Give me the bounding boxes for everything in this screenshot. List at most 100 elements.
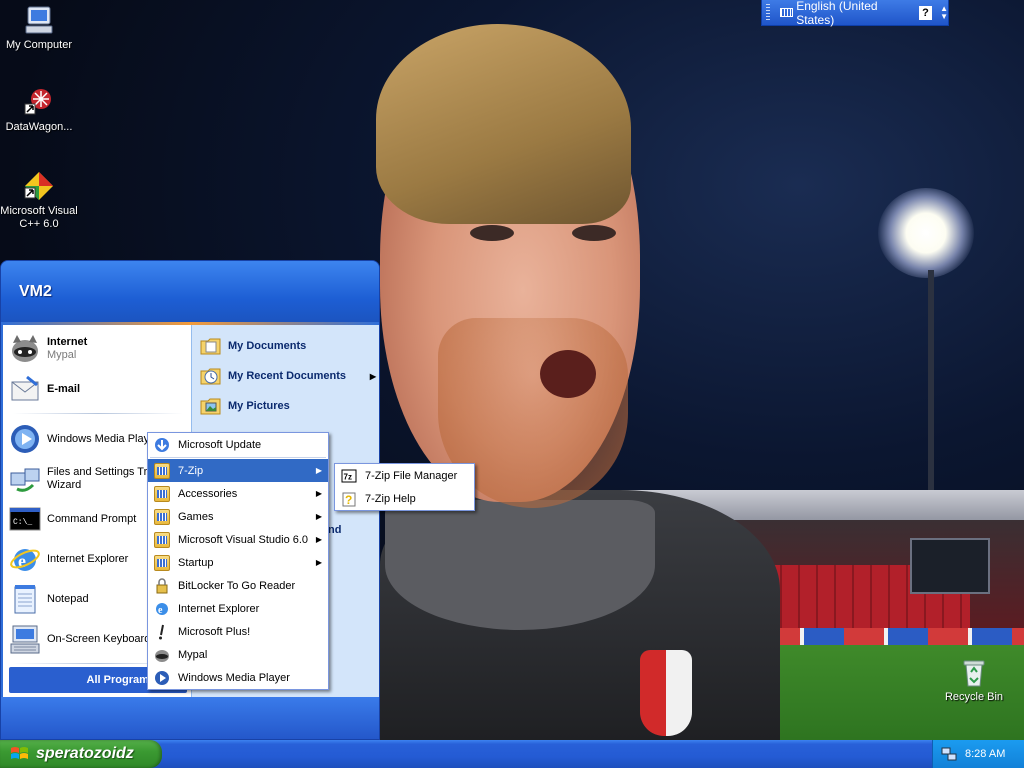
player-eye-left: [470, 225, 514, 241]
datawagon-icon: [24, 89, 51, 115]
separator: [13, 413, 183, 414]
windows-media-player-icon: [155, 670, 169, 685]
scoreboard: [910, 538, 990, 594]
player-collar: [385, 500, 655, 630]
desktop-icon-label: Recycle Bin: [944, 691, 1004, 703]
program-games[interactable]: Games ▶: [148, 505, 328, 528]
player-hair: [376, 24, 631, 224]
program-label: Startup: [178, 556, 214, 569]
help-file-icon: ?: [342, 492, 356, 507]
program-label: Microsoft Update: [178, 438, 262, 451]
language-bar-grip[interactable]: [766, 3, 770, 22]
partially-hidden-item: nd: [328, 524, 342, 536]
command-prompt-icon: C:\_: [9, 507, 41, 531]
microsoft-update-icon: [155, 437, 169, 452]
language-bar[interactable]: English (United States) ? ▲ ▼: [761, 0, 949, 27]
program-mypal[interactable]: Mypal: [148, 643, 328, 666]
start-button[interactable]: speratozoidz: [0, 740, 162, 768]
place-my-recent-documents[interactable]: My Recent Documents ▶: [200, 365, 376, 387]
submenu-label: 7-Zip File Manager: [365, 469, 458, 482]
windows-logo-icon: [11, 747, 28, 759]
recent-label: On-Screen Keyboard: [47, 632, 151, 645]
recycle-bin-icon: [963, 660, 985, 687]
all-programs-label: All Programs: [86, 674, 155, 686]
desktop-icon-datawagon[interactable]: DataWagon...: [0, 86, 78, 134]
7zip-icon: 7z: [341, 469, 357, 482]
place-my-documents[interactable]: My Documents: [200, 335, 376, 357]
submenu-arrow-icon: ▶: [315, 466, 322, 475]
submenu-arrow-icon: ▶: [315, 489, 322, 498]
pinned-subtitle: Mypal: [47, 349, 77, 361]
clock[interactable]: 8:28 AM: [965, 748, 1005, 760]
7zip-help[interactable]: ? 7-Zip Help: [335, 487, 474, 510]
desktop-icon-my-computer[interactable]: My Computer: [0, 4, 78, 52]
club-badge: [640, 650, 692, 736]
program-group-icon: [154, 554, 170, 571]
visual-cpp-icon: [24, 172, 53, 200]
start-button-label: speratozoidz: [36, 745, 134, 762]
notepad-icon: [14, 585, 36, 614]
recent-label: Command Prompt: [47, 512, 137, 525]
submenu-arrow-icon: ▶: [315, 512, 322, 521]
player-mouth: [540, 350, 596, 398]
user-name: VM2: [19, 283, 52, 300]
my-pictures-icon: [200, 398, 221, 415]
recent-label: Internet Explorer: [47, 552, 129, 565]
svg-text:C:\_: C:\_: [13, 518, 32, 527]
language-indicator[interactable]: English (United States): [796, 0, 913, 27]
program-visual-studio[interactable]: Microsoft Visual Studio 6.0 ▶: [148, 528, 328, 551]
program-microsoft-plus[interactable]: Microsoft Plus!: [148, 620, 328, 643]
internet-explorer-icon: e: [156, 602, 168, 616]
windows-media-player-icon: [11, 425, 39, 453]
place-label: My Documents: [228, 340, 307, 352]
pinned-internet[interactable]: Internet Mypal: [9, 333, 193, 365]
mypal-raccoon-icon: [155, 649, 169, 662]
pinned-email[interactable]: E-mail: [9, 373, 193, 405]
program-label: Microsoft Visual Studio 6.0: [178, 533, 309, 546]
program-label: BitLocker To Go Reader: [178, 579, 296, 592]
program-microsoft-update[interactable]: Microsoft Update: [148, 433, 328, 456]
desktop-icon-visual-cpp[interactable]: Microsoft Visual C++ 6.0: [0, 170, 78, 231]
microsoft-plus-icon: [159, 624, 164, 639]
desktop-icon-label: Microsoft Visual C++ 6.0: [0, 205, 78, 230]
menu-separator: [150, 457, 326, 458]
bitlocker-icon: [156, 577, 168, 593]
network-icon[interactable]: [941, 746, 957, 762]
svg-text:7z: 7z: [344, 472, 352, 481]
recent-label: Windows Media Player: [47, 432, 159, 445]
program-group-icon: [154, 531, 170, 548]
place-label: My Recent Documents: [228, 370, 346, 382]
program-label: Games: [178, 510, 214, 523]
programs-menu: Microsoft Update 7-Zip ▶ Accessories ▶ G…: [147, 432, 329, 690]
place-label: My Pictures: [228, 400, 290, 412]
program-label: Microsoft Plus!: [178, 625, 251, 638]
my-computer-icon: [25, 6, 53, 34]
submenu-arrow-icon: ▶: [315, 535, 322, 544]
program-label: Internet Explorer: [178, 602, 260, 615]
recent-label: Notepad: [47, 592, 89, 605]
program-label: 7-Zip: [178, 464, 204, 477]
mypal-raccoon-icon: [12, 335, 38, 362]
submenu-arrow-icon: ▶: [315, 558, 322, 567]
program-internet-explorer[interactable]: e Internet Explorer: [148, 597, 328, 620]
desktop-icon-label: DataWagon...: [5, 121, 73, 133]
submenu-arrow-icon: ▶: [369, 371, 376, 381]
language-bar-options-icon[interactable]: ▲ ▼: [940, 4, 948, 21]
desktop-icon-recycle-bin[interactable]: Recycle Bin: [935, 656, 1013, 704]
place-my-pictures[interactable]: My Pictures: [200, 395, 376, 417]
7zip-file-manager[interactable]: 7z 7-Zip File Manager: [335, 464, 474, 487]
submenu-label: 7-Zip Help: [365, 492, 416, 505]
help-icon[interactable]: ?: [918, 5, 933, 20]
program-bitlocker[interactable]: BitLocker To Go Reader: [148, 574, 328, 597]
on-screen-keyboard-icon: [10, 625, 40, 654]
desktop-icon-label: My Computer: [5, 39, 73, 51]
floodlight: [878, 188, 974, 278]
program-windows-media-player[interactable]: Windows Media Player: [148, 666, 328, 689]
taskbar: speratozoidz 8:28 AM: [0, 740, 1024, 768]
internet-explorer-icon: e: [10, 549, 40, 571]
program-startup[interactable]: Startup ▶: [148, 551, 328, 574]
pinned-title: E-mail: [47, 382, 81, 395]
program-label: Windows Media Player: [178, 671, 290, 684]
program-7zip[interactable]: 7-Zip ▶: [148, 459, 328, 482]
program-accessories[interactable]: Accessories ▶: [148, 482, 328, 505]
